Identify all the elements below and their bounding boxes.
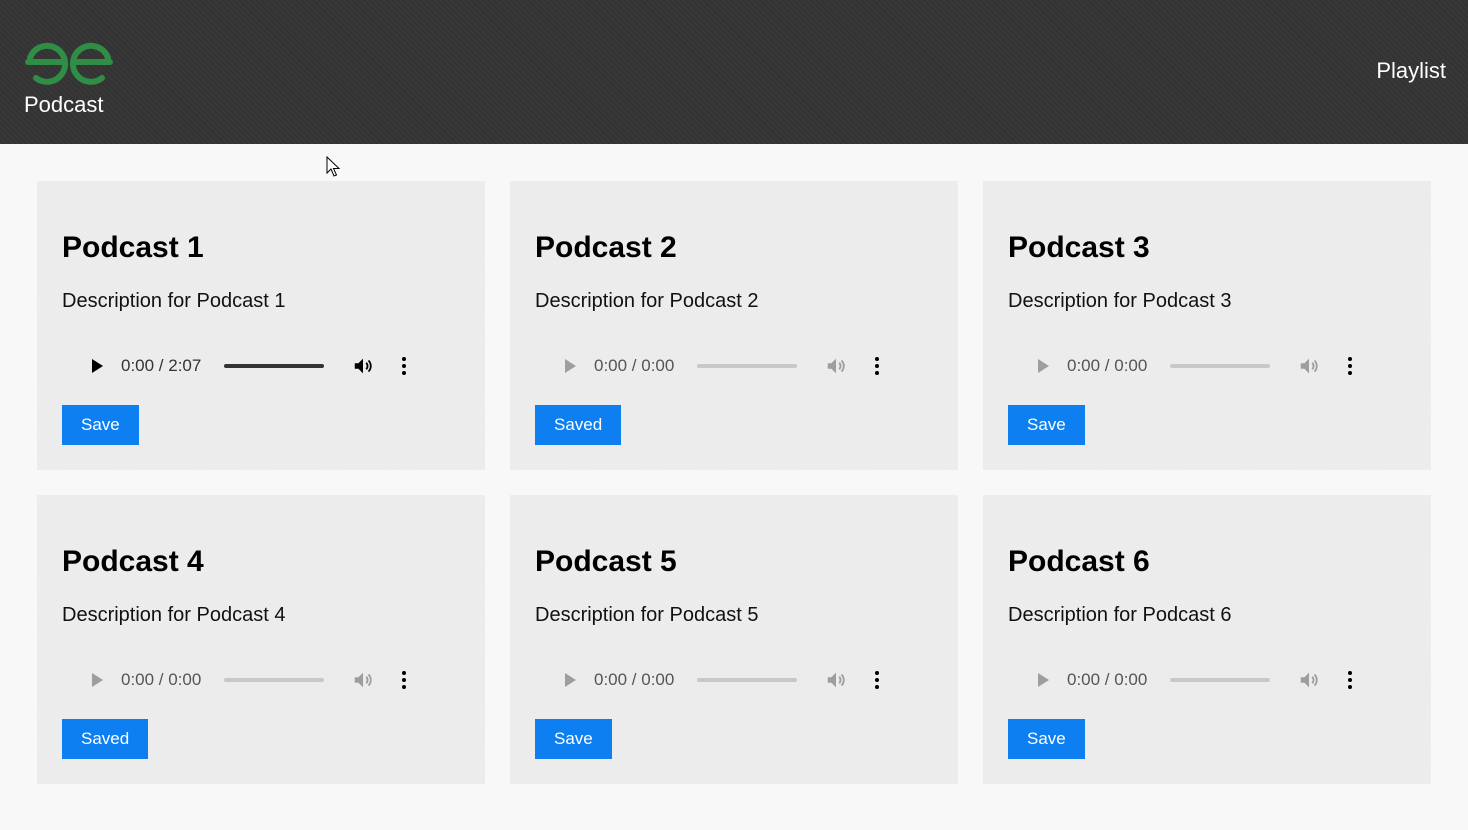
- more-options-icon[interactable]: [399, 356, 409, 376]
- podcast-title: Podcast 2: [535, 231, 677, 264]
- volume-icon[interactable]: [352, 355, 374, 377]
- volume-icon[interactable]: [352, 669, 374, 691]
- podcast-title: Podcast 6: [1008, 545, 1150, 578]
- podcast-description: Description for Podcast 4: [62, 604, 286, 626]
- podcast-card: Podcast 2 Description for Podcast 2 0:00…: [510, 181, 958, 470]
- more-options-icon[interactable]: [399, 670, 409, 690]
- playlist-link[interactable]: Playlist: [1376, 58, 1446, 84]
- audio-player[interactable]: 0:00 / 0:00: [1008, 660, 1368, 700]
- brand-title: Podcast: [24, 92, 104, 117]
- audio-player[interactable]: 0:00 / 0:00: [1008, 346, 1368, 386]
- save-button[interactable]: Save: [62, 405, 139, 445]
- seek-bar[interactable]: [697, 364, 797, 368]
- volume-icon[interactable]: [825, 669, 847, 691]
- save-button[interactable]: Saved: [62, 719, 149, 759]
- top-navbar: Podcast Playlist: [0, 0, 1468, 144]
- volume-icon[interactable]: [825, 355, 847, 377]
- audio-player[interactable]: 0:00 / 0:00: [535, 660, 895, 700]
- seek-bar[interactable]: [1170, 678, 1270, 682]
- more-options-icon[interactable]: [1345, 356, 1355, 376]
- seek-bar-fill: [224, 364, 324, 368]
- podcast-grid: Podcast 1 Description for Podcast 1 0:00…: [37, 181, 1431, 784]
- podcast-card: Podcast 5 Description for Podcast 5 0:00…: [510, 495, 958, 784]
- audio-player[interactable]: 0:00 / 2:07: [62, 346, 422, 386]
- save-button[interactable]: Save: [535, 719, 612, 759]
- save-button[interactable]: Save: [1008, 405, 1085, 445]
- podcast-title: Podcast 3: [1008, 231, 1150, 264]
- more-options-icon[interactable]: [872, 356, 882, 376]
- more-options-icon[interactable]: [1345, 670, 1355, 690]
- audio-time: 0:00 / 0:00: [594, 356, 675, 375]
- podcast-title: Podcast 1: [62, 231, 204, 264]
- volume-icon[interactable]: [1298, 669, 1320, 691]
- podcast-card: Podcast 4 Description for Podcast 4 0:00…: [37, 495, 485, 784]
- audio-player[interactable]: 0:00 / 0:00: [62, 660, 422, 700]
- podcast-description: Description for Podcast 6: [1008, 604, 1232, 626]
- podcast-card: Podcast 3 Description for Podcast 3 0:00…: [983, 181, 1431, 470]
- volume-icon[interactable]: [1298, 355, 1320, 377]
- audio-time: 0:00 / 2:07: [121, 356, 202, 375]
- podcast-card: Podcast 6 Description for Podcast 6 0:00…: [983, 495, 1431, 784]
- seek-bar[interactable]: [697, 678, 797, 682]
- play-icon[interactable]: [562, 358, 578, 374]
- seek-bar[interactable]: [224, 364, 324, 368]
- geeksforgeeks-logo-icon: [25, 42, 113, 85]
- audio-time: 0:00 / 0:00: [121, 670, 202, 689]
- podcast-description: Description for Podcast 3: [1008, 290, 1232, 312]
- play-icon[interactable]: [89, 672, 105, 688]
- podcast-card: Podcast 1 Description for Podcast 1 0:00…: [37, 181, 485, 470]
- seek-bar[interactable]: [224, 678, 324, 682]
- podcast-description: Description for Podcast 1: [62, 290, 286, 312]
- audio-time: 0:00 / 0:00: [1067, 670, 1148, 689]
- more-options-icon[interactable]: [872, 670, 882, 690]
- audio-time: 0:00 / 0:00: [1067, 356, 1148, 375]
- podcast-description: Description for Podcast 2: [535, 290, 759, 312]
- seek-bar[interactable]: [1170, 364, 1270, 368]
- play-icon[interactable]: [562, 672, 578, 688]
- brand[interactable]: Podcast: [24, 38, 124, 117]
- podcast-title: Podcast 5: [535, 545, 677, 578]
- play-icon[interactable]: [1035, 358, 1051, 374]
- save-button[interactable]: Save: [1008, 719, 1085, 759]
- audio-time: 0:00 / 0:00: [594, 670, 675, 689]
- save-button[interactable]: Saved: [535, 405, 622, 445]
- audio-player[interactable]: 0:00 / 0:00: [535, 346, 895, 386]
- podcast-title: Podcast 4: [62, 545, 204, 578]
- play-icon[interactable]: [89, 358, 105, 374]
- podcast-description: Description for Podcast 5: [535, 604, 759, 626]
- mouse-cursor-icon: [326, 156, 340, 177]
- play-icon[interactable]: [1035, 672, 1051, 688]
